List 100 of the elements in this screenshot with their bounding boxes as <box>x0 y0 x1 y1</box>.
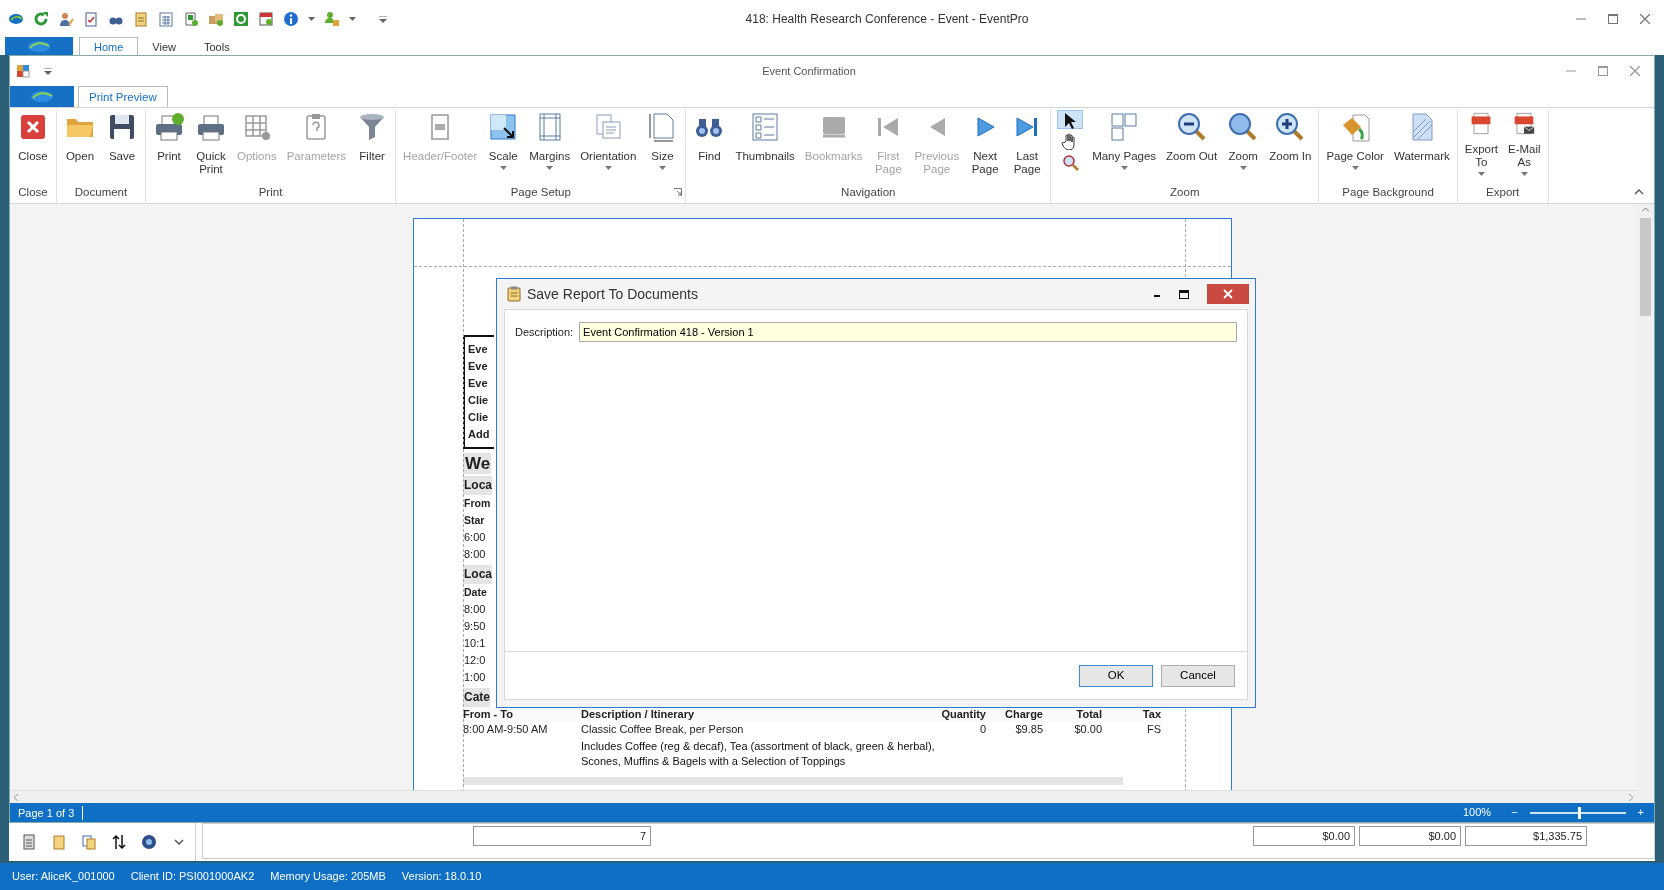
app-menu-button[interactable] <box>5 37 73 55</box>
ribbon-button[interactable]: Next Page <box>964 110 1007 184</box>
clipboard-icon[interactable] <box>51 834 67 850</box>
description-field[interactable]: Event Confirmation 418 - Version 1 <box>579 322 1237 342</box>
section-heading: We <box>463 453 492 474</box>
close-icon <box>1223 289 1233 299</box>
status-text: User: AliceK_001000 <box>12 869 115 885</box>
info-icon[interactable] <box>283 10 299 27</box>
group-label: Print <box>258 185 283 200</box>
ribbon-button[interactable]: Zoom Out <box>1161 110 1223 184</box>
layout-icon[interactable] <box>16 64 30 78</box>
ribbon-button[interactable]: Find <box>688 110 731 184</box>
field-label: Date <box>463 585 488 600</box>
refresh-icon[interactable] <box>33 10 49 27</box>
ribbon-button[interactable]: Save <box>101 110 143 184</box>
sort-icon[interactable] <box>111 834 127 850</box>
caret-icon <box>658 166 666 170</box>
collapse-icon[interactable] <box>1634 189 1644 195</box>
scroll-left-icon <box>14 793 19 801</box>
text-line: 9:50 <box>463 619 487 634</box>
ribbon-button[interactable]: Scale <box>482 110 525 184</box>
ribbon-button[interactable]: Margins <box>524 110 576 184</box>
clipboard-icon[interactable] <box>83 10 99 27</box>
table-cell: $0.00 <box>1253 826 1355 846</box>
vertical-scrollbar[interactable] <box>1637 204 1654 803</box>
ribbon-button[interactable]: Page Color <box>1321 110 1389 184</box>
ribbon-button[interactable]: Watermark <box>1388 110 1455 184</box>
group-label: Page Setup <box>510 185 571 200</box>
caret-icon <box>1477 172 1485 176</box>
page-indicator: Page 1 of 3 <box>10 805 84 820</box>
maximize-icon[interactable] <box>1179 289 1189 299</box>
window-title: 418: Health Research Conference - Event - EventPro <box>744 10 1030 28</box>
ribbon-button[interactable]: Zoom In <box>1264 110 1317 184</box>
status-text: Client ID: PSI001000AK2 <box>130 869 255 885</box>
caret-icon <box>499 166 507 170</box>
field-label: Description: <box>515 324 574 340</box>
copy-icon[interactable] <box>81 834 97 850</box>
ribbon-button[interactable]: Export To <box>1459 110 1503 184</box>
launcher-icon[interactable] <box>674 187 683 196</box>
ribbon-button[interactable]: Orientation <box>575 110 642 184</box>
ribbon-button[interactable]: Last Page <box>1006 110 1049 184</box>
ribbon-button[interactable]: Filter <box>351 110 394 184</box>
caret-icon <box>1520 172 1528 176</box>
close-icon[interactable] <box>1630 66 1640 76</box>
person-icon[interactable] <box>58 10 74 27</box>
ribbon-button[interactable]: Thumbnails <box>730 110 800 184</box>
gear-icon[interactable] <box>233 10 249 27</box>
ribbon-button[interactable]: Zoom <box>1222 110 1265 184</box>
calculator-icon[interactable] <box>158 10 174 27</box>
logo-icon <box>29 90 55 103</box>
close-icon[interactable] <box>1640 13 1650 24</box>
scroll-thumb[interactable] <box>1640 218 1651 316</box>
field-label: Clie <box>468 393 489 408</box>
ribbon-tab[interactable]: Tools <box>190 38 244 55</box>
group-label: Document <box>74 185 128 200</box>
person-lock-icon[interactable] <box>324 10 340 27</box>
zoom-in-button[interactable]: + <box>1637 804 1644 821</box>
table-cell-text: $0.00 <box>1073 722 1102 737</box>
tool-button[interactable] <box>1057 110 1084 129</box>
text-line: 8:00 <box>463 602 487 617</box>
customize-icon[interactable] <box>44 68 52 76</box>
zoom-level: 100% <box>1463 805 1492 821</box>
ribbon-button[interactable]: Quick Print <box>190 110 232 184</box>
horizontal-scrollbar[interactable] <box>10 790 1637 803</box>
scroll-right-icon <box>1628 793 1633 801</box>
ribbon-button[interactable]: Print <box>148 110 190 184</box>
clipboard-icon[interactable] <box>133 10 149 27</box>
table-cell-text: Classic Coffee Break, per Person <box>581 722 745 737</box>
ok-button[interactable]: OK <box>1079 664 1153 687</box>
text-line: 8:00 <box>463 547 487 562</box>
ribbon-tab[interactable]: Print Preview <box>78 86 168 107</box>
globe-icon[interactable] <box>141 834 157 850</box>
ribbon-button[interactable]: Size <box>641 110 684 184</box>
zoom-icon <box>1061 152 1080 171</box>
ribbon-tab[interactable]: Home <box>79 37 139 55</box>
table-cell: $1,335.75 <box>1465 826 1587 846</box>
ribbon-button[interactable]: Close <box>12 110 54 184</box>
status-text: Version: 18.0.10 <box>401 869 482 885</box>
money-document-icon[interactable] <box>183 10 199 27</box>
ribbon-button[interactable]: E-Mail As <box>1503 110 1546 184</box>
app-menu-button[interactable] <box>10 86 74 107</box>
window-title: Event Confirmation <box>761 63 857 79</box>
ribbon-tab[interactable]: View <box>138 38 190 55</box>
text-line: 12:0 <box>463 653 487 668</box>
table-cell-text: 8:00 AM-9:50 AM <box>463 722 549 737</box>
caret-icon <box>349 16 356 21</box>
ribbon-button[interactable]: Many Pages <box>1087 110 1162 184</box>
calculator-icon[interactable] <box>21 834 37 850</box>
ribbon-button[interactable]: Open <box>59 110 101 184</box>
zoom-out-icon <box>1175 111 1208 143</box>
customize-icon[interactable] <box>379 15 387 23</box>
group-label: Zoom <box>1170 185 1200 200</box>
field-label: Eve <box>468 359 488 374</box>
clipboard-icon <box>507 286 521 302</box>
field-label: Add <box>468 427 490 442</box>
group-label: Close <box>18 185 48 200</box>
zoom-out-button[interactable]: − <box>1511 804 1518 821</box>
cancel-button[interactable]: Cancel <box>1161 664 1235 687</box>
close-button[interactable] <box>1207 284 1249 304</box>
calendar-icon[interactable] <box>258 10 274 27</box>
